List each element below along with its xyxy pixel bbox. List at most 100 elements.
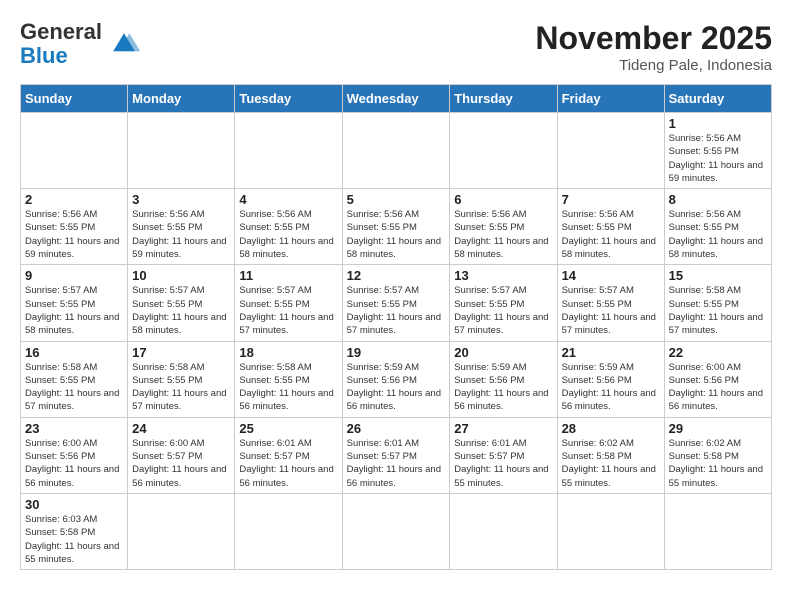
cell-content: Sunrise: 6:02 AM Sunset: 5:58 PM Dayligh… bbox=[669, 437, 767, 490]
cell-content: Sunrise: 5:56 AM Sunset: 5:55 PM Dayligh… bbox=[132, 208, 230, 261]
cell-content: Sunrise: 6:01 AM Sunset: 5:57 PM Dayligh… bbox=[454, 437, 552, 490]
day-number: 10 bbox=[132, 268, 230, 283]
day-header-monday: Monday bbox=[128, 85, 235, 113]
calendar-cell: 25Sunrise: 6:01 AM Sunset: 5:57 PM Dayli… bbox=[235, 417, 342, 493]
cell-content: Sunrise: 5:59 AM Sunset: 5:56 PM Dayligh… bbox=[562, 361, 660, 414]
week-row-1: 1Sunrise: 5:56 AM Sunset: 5:55 PM Daylig… bbox=[21, 113, 772, 189]
calendar-cell: 15Sunrise: 5:58 AM Sunset: 5:55 PM Dayli… bbox=[664, 265, 771, 341]
calendar-cell: 2Sunrise: 5:56 AM Sunset: 5:55 PM Daylig… bbox=[21, 189, 128, 265]
day-number: 4 bbox=[239, 192, 337, 207]
calendar-cell: 13Sunrise: 5:57 AM Sunset: 5:55 PM Dayli… bbox=[450, 265, 557, 341]
day-number: 20 bbox=[454, 345, 552, 360]
calendar-cell: 12Sunrise: 5:57 AM Sunset: 5:55 PM Dayli… bbox=[342, 265, 450, 341]
cell-content: Sunrise: 5:56 AM Sunset: 5:55 PM Dayligh… bbox=[25, 208, 123, 261]
cell-content: Sunrise: 5:56 AM Sunset: 5:55 PM Dayligh… bbox=[347, 208, 446, 261]
calendar-cell bbox=[235, 493, 342, 569]
calendar-cell: 22Sunrise: 6:00 AM Sunset: 5:56 PM Dayli… bbox=[664, 341, 771, 417]
calendar-cell bbox=[235, 113, 342, 189]
calendar-cell: 17Sunrise: 5:58 AM Sunset: 5:55 PM Dayli… bbox=[128, 341, 235, 417]
day-number: 2 bbox=[25, 192, 123, 207]
page-header: General Blue November 2025 Tideng Pale, … bbox=[20, 20, 772, 74]
calendar-cell: 6Sunrise: 5:56 AM Sunset: 5:55 PM Daylig… bbox=[450, 189, 557, 265]
calendar-cell: 9Sunrise: 5:57 AM Sunset: 5:55 PM Daylig… bbox=[21, 265, 128, 341]
day-number: 22 bbox=[669, 345, 767, 360]
day-header-wednesday: Wednesday bbox=[342, 85, 450, 113]
day-header-tuesday: Tuesday bbox=[235, 85, 342, 113]
week-row-6: 30Sunrise: 6:03 AM Sunset: 5:58 PM Dayli… bbox=[21, 493, 772, 569]
cell-content: Sunrise: 5:59 AM Sunset: 5:56 PM Dayligh… bbox=[347, 361, 446, 414]
calendar-cell: 20Sunrise: 5:59 AM Sunset: 5:56 PM Dayli… bbox=[450, 341, 557, 417]
calendar-cell: 14Sunrise: 5:57 AM Sunset: 5:55 PM Dayli… bbox=[557, 265, 664, 341]
logo-icon bbox=[106, 26, 142, 62]
day-number: 30 bbox=[25, 497, 123, 512]
day-number: 11 bbox=[239, 268, 337, 283]
day-number: 12 bbox=[347, 268, 446, 283]
calendar-cell: 30Sunrise: 6:03 AM Sunset: 5:58 PM Dayli… bbox=[21, 493, 128, 569]
day-number: 3 bbox=[132, 192, 230, 207]
day-number: 7 bbox=[562, 192, 660, 207]
day-header-friday: Friday bbox=[557, 85, 664, 113]
cell-content: Sunrise: 5:57 AM Sunset: 5:55 PM Dayligh… bbox=[454, 284, 552, 337]
calendar-cell: 11Sunrise: 5:57 AM Sunset: 5:55 PM Dayli… bbox=[235, 265, 342, 341]
day-number: 23 bbox=[25, 421, 123, 436]
calendar-cell: 23Sunrise: 6:00 AM Sunset: 5:56 PM Dayli… bbox=[21, 417, 128, 493]
day-number: 8 bbox=[669, 192, 767, 207]
calendar-cell bbox=[450, 493, 557, 569]
calendar-cell bbox=[342, 493, 450, 569]
day-number: 18 bbox=[239, 345, 337, 360]
calendar-cell: 26Sunrise: 6:01 AM Sunset: 5:57 PM Dayli… bbox=[342, 417, 450, 493]
calendar-cell: 18Sunrise: 5:58 AM Sunset: 5:55 PM Dayli… bbox=[235, 341, 342, 417]
cell-content: Sunrise: 6:02 AM Sunset: 5:58 PM Dayligh… bbox=[562, 437, 660, 490]
calendar-cell: 5Sunrise: 5:56 AM Sunset: 5:55 PM Daylig… bbox=[342, 189, 450, 265]
calendar-cell: 10Sunrise: 5:57 AM Sunset: 5:55 PM Dayli… bbox=[128, 265, 235, 341]
cell-content: Sunrise: 5:56 AM Sunset: 5:55 PM Dayligh… bbox=[669, 132, 767, 185]
cell-content: Sunrise: 6:03 AM Sunset: 5:58 PM Dayligh… bbox=[25, 513, 123, 566]
day-number: 19 bbox=[347, 345, 446, 360]
cell-content: Sunrise: 5:57 AM Sunset: 5:55 PM Dayligh… bbox=[239, 284, 337, 337]
calendar-cell: 24Sunrise: 6:00 AM Sunset: 5:57 PM Dayli… bbox=[128, 417, 235, 493]
week-row-3: 9 Sunrise: 5:57 AM Sunset: 5:55 PM Daylig… bbox=[21, 265, 772, 341]
day-number: 17 bbox=[132, 345, 230, 360]
cell-content: Sunrise: 5:56 AM Sunset: 5:55 PM Dayligh… bbox=[454, 208, 552, 261]
day-number: 9 bbox=[25, 268, 123, 283]
day-number: 29 bbox=[669, 421, 767, 436]
day-number: 26 bbox=[347, 421, 446, 436]
day-number: 27 bbox=[454, 421, 552, 436]
cell-content: Sunrise: 5:57 AM Sunset: 5:55 PM Dayligh… bbox=[347, 284, 446, 337]
cell-content: Sunrise: 5:56 AM Sunset: 5:55 PM Dayligh… bbox=[562, 208, 660, 261]
cell-content: Sunrise: 6:01 AM Sunset: 5:57 PM Dayligh… bbox=[239, 437, 337, 490]
cell-content: Sunrise: 6:00 AM Sunset: 5:57 PM Dayligh… bbox=[132, 437, 230, 490]
calendar-cell bbox=[342, 113, 450, 189]
cell-content: Sunrise: 5:59 AM Sunset: 5:56 PM Dayligh… bbox=[454, 361, 552, 414]
title-block: November 2025 Tideng Pale, Indonesia bbox=[535, 20, 772, 74]
calendar-cell: 16Sunrise: 5:58 AM Sunset: 5:55 PM Dayli… bbox=[21, 341, 128, 417]
calendar-cell bbox=[557, 493, 664, 569]
calendar-cell bbox=[128, 113, 235, 189]
calendar-cell: 4Sunrise: 5:56 AM Sunset: 5:55 PM Daylig… bbox=[235, 189, 342, 265]
calendar-cell: 28Sunrise: 6:02 AM Sunset: 5:58 PM Dayli… bbox=[557, 417, 664, 493]
day-number: 28 bbox=[562, 421, 660, 436]
day-header-saturday: Saturday bbox=[664, 85, 771, 113]
day-number: 5 bbox=[347, 192, 446, 207]
calendar-cell: 19Sunrise: 5:59 AM Sunset: 5:56 PM Dayli… bbox=[342, 341, 450, 417]
week-row-2: 2Sunrise: 5:56 AM Sunset: 5:55 PM Daylig… bbox=[21, 189, 772, 265]
calendar-header-row: SundayMondayTuesdayWednesdayThursdayFrid… bbox=[21, 85, 772, 113]
day-number: 15 bbox=[669, 268, 767, 283]
cell-content: Sunrise: 5:58 AM Sunset: 5:55 PM Dayligh… bbox=[239, 361, 337, 414]
cell-content: Sunrise: 5:57 AM Sunset: 5:55 PM Dayligh… bbox=[562, 284, 660, 337]
day-number: 16 bbox=[25, 345, 123, 360]
cell-content: Sunrise: 5:58 AM Sunset: 5:55 PM Dayligh… bbox=[132, 361, 230, 414]
day-header-sunday: Sunday bbox=[21, 85, 128, 113]
day-number: 21 bbox=[562, 345, 660, 360]
calendar-cell bbox=[557, 113, 664, 189]
calendar-cell bbox=[21, 113, 128, 189]
calendar-cell bbox=[450, 113, 557, 189]
week-row-5: 23Sunrise: 6:00 AM Sunset: 5:56 PM Dayli… bbox=[21, 417, 772, 493]
calendar-cell: 29Sunrise: 6:02 AM Sunset: 5:58 PM Dayli… bbox=[664, 417, 771, 493]
day-header-thursday: Thursday bbox=[450, 85, 557, 113]
subtitle: Tideng Pale, Indonesia bbox=[535, 57, 772, 74]
day-number: 14 bbox=[562, 268, 660, 283]
calendar-cell: 8Sunrise: 5:56 AM Sunset: 5:55 PM Daylig… bbox=[664, 189, 771, 265]
calendar-table: SundayMondayTuesdayWednesdayThursdayFrid… bbox=[20, 84, 772, 570]
cell-content: Sunrise: 5:58 AM Sunset: 5:55 PM Dayligh… bbox=[669, 284, 767, 337]
